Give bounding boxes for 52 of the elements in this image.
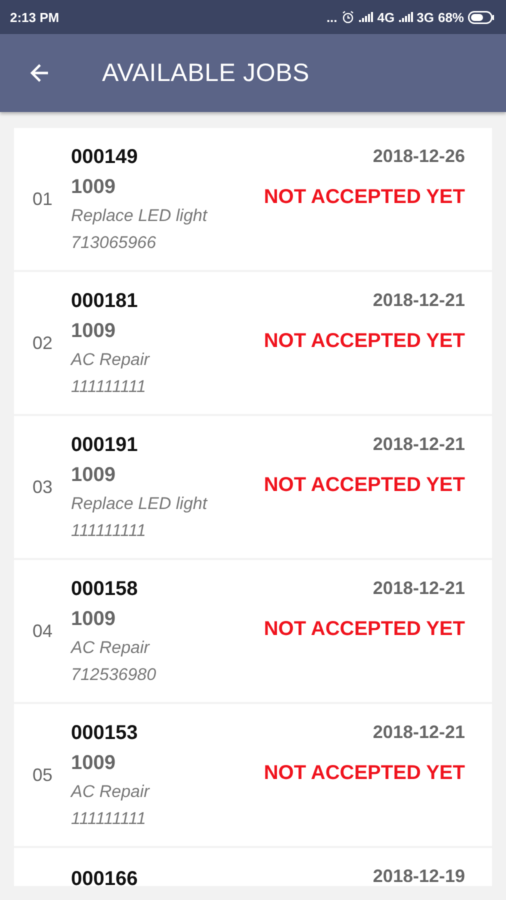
phone-number: 712536980 (71, 664, 158, 686)
phone-number: 111111111 (71, 808, 147, 830)
battery-icon (468, 10, 494, 24)
row-number: 05 (31, 764, 54, 786)
job-id: 000153 (71, 721, 139, 746)
job-status: NOT ACCEPTED YET (264, 618, 465, 641)
job-id: 000181 (71, 289, 139, 314)
service-name: AC Repair (71, 781, 151, 803)
more-text: ... (326, 10, 338, 24)
job-card[interactable]: 04 000158 1009 AC Repair 712536980 2018-12-21 NOT ACCEPTED YET (14, 560, 492, 702)
job-date: 2018-12-21 (372, 577, 465, 600)
row-number: 02 (31, 332, 54, 354)
job-id: 000149 (71, 145, 139, 170)
job-status: NOT ACCEPTED YET (264, 186, 465, 209)
job-code: 1009 (71, 751, 116, 776)
service-name: AC Repair (71, 637, 151, 659)
alarm-clock-icon (341, 10, 356, 24)
clock-text: 2:13 PM (10, 10, 60, 24)
job-code: 1009 (71, 463, 116, 488)
job-code: 1009 (71, 175, 116, 200)
signal-icon (398, 12, 413, 22)
network-text: 3G (416, 10, 434, 24)
job-card[interactable]: 02 000181 1009 AC Repair 111111111 2018-12-21 NOT ACCEPTED YET (14, 272, 492, 414)
service-name: AC Repair (71, 349, 151, 371)
phone-number: 713065966 (71, 232, 158, 254)
service-name: Replace LED light (71, 493, 209, 515)
job-card[interactable]: 05 000153 1009 AC Repair 111111111 2018-12-21 NOT ACCEPTED YET (14, 704, 492, 846)
screen-title: AVAILABLE JOBS (102, 58, 310, 88)
job-code: 1009 (71, 607, 116, 632)
network-text: 4G (377, 10, 395, 24)
job-status: NOT ACCEPTED YET (264, 762, 465, 785)
job-card[interactable]: 01 000149 1009 Replace LED light 713065966 2018-12-26 NOT ACCEPTED YET (14, 128, 492, 270)
job-date: 2018-12-26 (372, 145, 465, 168)
phone-number: 111111111 (71, 520, 147, 542)
job-date: 2018-12-21 (372, 289, 465, 312)
phone-number: 111111111 (71, 376, 147, 398)
job-date: 2018-12-21 (372, 721, 465, 744)
service-name: Replace LED light (71, 205, 209, 227)
row-number: 01 (31, 188, 54, 210)
job-code: 1009 (71, 319, 116, 344)
job-card[interactable]: 03 000191 1009 Replace LED light 111111111 2018-12-21 NOT ACCEPTED YET (14, 416, 492, 558)
signal-icon (359, 12, 374, 22)
job-status: NOT ACCEPTED YET (264, 330, 465, 353)
job-date: 2018-12-21 (372, 433, 465, 456)
row-number: 03 (31, 476, 54, 498)
battery-text: 68% (438, 10, 464, 24)
job-status: NOT ACCEPTED YET (264, 474, 465, 497)
job-date: 2018-12-19 (372, 865, 465, 888)
job-card[interactable]: 000166 2018-12-19 (14, 848, 492, 886)
job-id: 000158 (71, 577, 139, 602)
row-number: 04 (31, 620, 54, 642)
job-id: 000191 (71, 433, 139, 458)
